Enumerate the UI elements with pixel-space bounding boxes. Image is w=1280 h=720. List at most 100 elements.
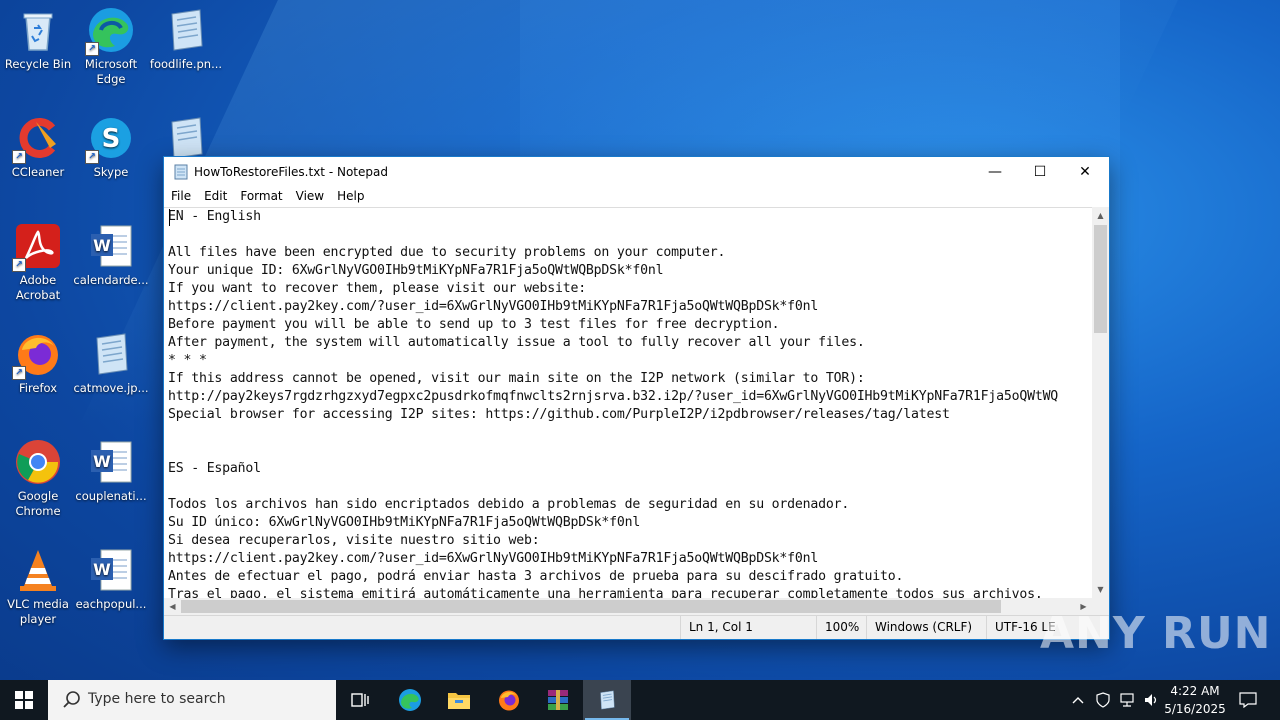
shield-icon — [1096, 692, 1110, 708]
desktop-icon-firefox[interactable]: ↗ Firefox — [0, 324, 76, 396]
desktop-icon-vlc[interactable]: VLC media player — [0, 540, 76, 627]
anyrun-watermark: ANY RUN — [1040, 608, 1272, 659]
desktop-icon-eachpopul[interactable]: W eachpopul... — [73, 540, 149, 612]
desktop-icon-recycle-bin[interactable]: Recycle Bin — [0, 0, 76, 72]
scroll-down-icon[interactable]: ▼ — [1092, 581, 1109, 598]
desktop-icon-skype[interactable]: S ↗ Skype — [73, 108, 149, 180]
taskbar-edge[interactable] — [386, 680, 434, 720]
firefox-icon — [499, 690, 519, 711]
firefox-icon: ↗ — [12, 330, 62, 380]
shortcut-arrow-icon: ↗ — [85, 150, 99, 164]
text-line: ES - Español — [168, 461, 261, 476]
desktop-icon-label: Adobe Acrobat — [15, 273, 61, 302]
notepad-window[interactable]: HowToRestoreFiles.txt - Notepad — ☐ ✕ Fi… — [163, 156, 1110, 640]
folder-icon — [448, 693, 470, 709]
taskbar-winrar[interactable] — [534, 680, 582, 720]
desktop-icon-label: Microsoft Edge — [84, 57, 138, 86]
text-line: Su ID único: 6XwGrlNyVGO0IHb9tMiKYpNFa7R… — [168, 515, 641, 530]
menu-bar: File Edit Format View Help — [164, 187, 1109, 207]
title-bar[interactable]: HowToRestoreFiles.txt - Notepad — ☐ ✕ — [164, 157, 1109, 187]
menu-edit[interactable]: Edit — [197, 187, 233, 203]
text-line: Before payment you will be able to send … — [168, 317, 780, 332]
edge-icon: ↗ — [85, 6, 135, 56]
desktop-icon-google-chrome[interactable]: Google Chrome — [0, 432, 76, 519]
desktop-icon-label: foodlife.pn... — [149, 57, 223, 71]
action-center-button[interactable] — [1232, 680, 1264, 720]
horizontal-scrollbar[interactable]: ◀ ▶ — [164, 598, 1092, 615]
text-line: http://pay2keys7rgdzrhgzxyd7egpxc2pusdrk… — [168, 389, 1059, 404]
desktop-icon-label: Google Chrome — [15, 489, 61, 518]
tray-defender[interactable] — [1092, 680, 1114, 720]
scroll-left-icon[interactable]: ◀ — [164, 598, 181, 615]
menu-view[interactable]: View — [289, 187, 330, 203]
notepad-app-icon — [174, 164, 188, 180]
menu-format[interactable]: Format — [233, 187, 288, 203]
search-placeholder: Type here to search — [88, 691, 226, 707]
tray-network[interactable] — [1116, 680, 1138, 720]
text-line: If you want to recover them, please visi… — [168, 281, 586, 296]
desktop-icon-label: eachpopul... — [75, 597, 147, 611]
desktop-icon-label: CCleaner — [11, 165, 65, 179]
acrobat-icon: ↗ — [12, 222, 62, 272]
taskbar-search-box[interactable]: Type here to search — [48, 680, 336, 720]
menu-help[interactable]: Help — [330, 187, 370, 203]
shortcut-arrow-icon: ↗ — [12, 258, 26, 272]
desktop-icon-ccleaner[interactable]: ↗ CCleaner — [0, 108, 76, 180]
taskbar-notepad[interactable] — [583, 680, 631, 720]
notepad-file-icon — [87, 330, 135, 378]
desktop-icon-label: catmove.jp... — [73, 381, 149, 395]
desktop-icon-edge[interactable]: ↗ Microsoft Edge — [73, 0, 149, 87]
search-icon — [62, 690, 82, 710]
task-view-icon — [351, 693, 369, 707]
text-line — [164, 478, 1092, 496]
shortcut-arrow-icon: ↗ — [12, 366, 26, 380]
maximize-button[interactable]: ☐ — [1017, 157, 1063, 187]
winrar-icon — [548, 690, 568, 710]
notification-icon — [1239, 692, 1257, 708]
taskbar-firefox[interactable] — [485, 680, 533, 720]
text-line: Antes de efectuar el pago, podrá enviar … — [168, 569, 904, 584]
desktop-icon-calendarde[interactable]: W calendarde... — [73, 216, 149, 288]
text-line: If this address cannot be opened, visit … — [168, 371, 865, 386]
minimize-button[interactable]: — — [972, 157, 1018, 187]
svg-text:S: S — [102, 124, 121, 154]
horizontal-scroll-thumb[interactable] — [181, 600, 1001, 613]
desktop-icon-label: Firefox — [18, 381, 58, 395]
vertical-scroll-thumb[interactable] — [1094, 225, 1107, 333]
text-line: https://client.pay2key.com/?user_id=6XwG… — [168, 299, 819, 314]
show-hidden-icons-button[interactable] — [1068, 680, 1088, 720]
text-line: Special browser for accessing I2P sites:… — [168, 407, 950, 422]
scroll-up-icon[interactable]: ▲ — [1092, 207, 1109, 224]
text-line: EN - English — [168, 209, 261, 224]
task-view-button[interactable] — [336, 680, 384, 720]
taskbar-file-explorer[interactable] — [435, 680, 483, 720]
text-editor-area[interactable]: EN - English All files have been encrypte… — [164, 207, 1092, 599]
tray-volume[interactable] — [1140, 680, 1162, 720]
recycle-bin-icon — [14, 6, 62, 54]
text-caret — [169, 209, 170, 226]
desktop-icon-catmove[interactable]: catmove.jp... — [73, 324, 149, 396]
status-zoom: 100% — [816, 616, 869, 639]
skype-icon: S ↗ — [85, 114, 135, 164]
network-icon — [1120, 693, 1134, 707]
taskbar-clock[interactable]: 4:22 AM 5/16/2025 — [1160, 682, 1230, 718]
shortcut-arrow-icon: ↗ — [85, 42, 99, 56]
desktop-icon-label: Recycle Bin — [4, 57, 72, 71]
desktop-icon-foodlife[interactable]: foodlife.pn... — [148, 0, 224, 72]
text-line: Si desea recuperarlos, visite nuestro si… — [168, 533, 540, 548]
status-line-ending: Windows (CRLF) — [866, 616, 985, 639]
desktop-icon-adobe-acrobat[interactable]: ↗ Adobe Acrobat — [0, 216, 76, 303]
text-line: * * * — [168, 353, 207, 368]
notepad-icon — [600, 690, 615, 710]
vertical-scrollbar[interactable]: ▲ ▼ — [1092, 207, 1109, 598]
word-document-icon: W — [87, 546, 135, 594]
text-line: https://client.pay2key.com/?user_id=6XwG… — [168, 551, 819, 566]
status-bar: Ln 1, Col 1 100% Windows (CRLF) UTF-16 L… — [164, 615, 1109, 639]
close-button[interactable]: ✕ — [1062, 157, 1108, 187]
desktop-icon-couplenati[interactable]: W couplenati... — [73, 432, 149, 504]
text-line — [164, 442, 1092, 460]
start-button[interactable] — [0, 680, 48, 720]
notepad-file-icon — [162, 6, 210, 54]
menu-file[interactable]: File — [164, 187, 197, 203]
svg-text:W: W — [93, 452, 111, 471]
